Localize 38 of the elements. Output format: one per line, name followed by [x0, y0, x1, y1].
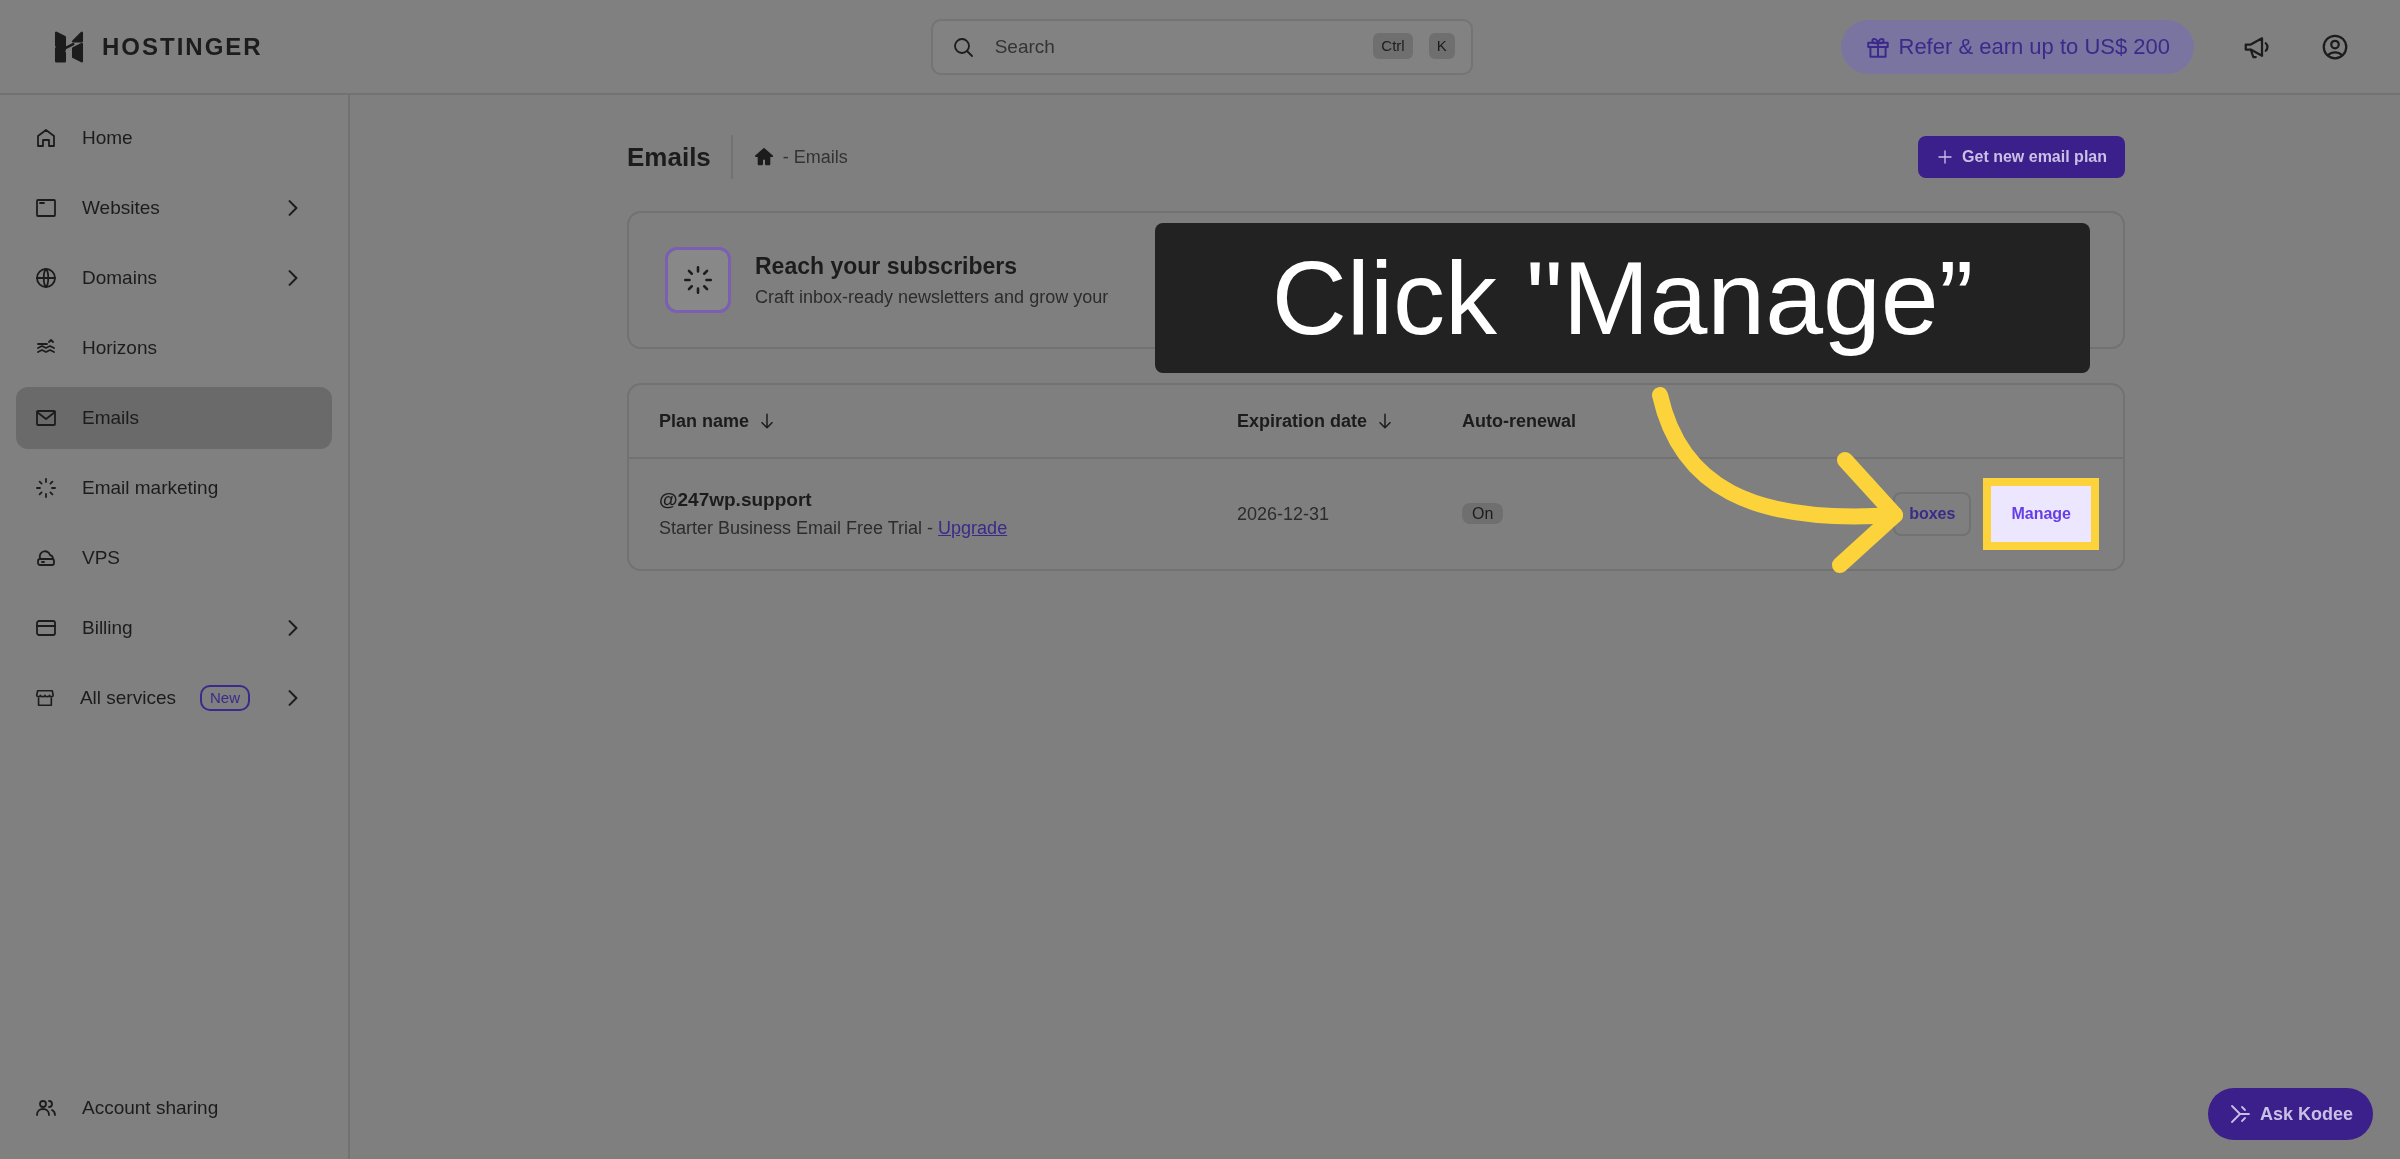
home-icon[interactable]	[752, 146, 775, 168]
sidebar-item[interactable]: Account sharing	[16, 1077, 334, 1139]
promo-text: Craft inbox-ready newsletters and grow your	[755, 285, 1109, 309]
plus-icon	[1936, 148, 1955, 166]
sidebar-item[interactable]: Email marketing	[16, 457, 332, 519]
ask-assistant-button[interactable]: Ask Kodee	[2207, 1088, 2373, 1140]
email-marketing-icon	[665, 247, 731, 313]
plan-name: @247wp.support	[659, 488, 813, 513]
sidebar-item[interactable]: Home	[16, 107, 332, 169]
promo-title: Reach your subscribers	[755, 252, 1019, 282]
plan-description: Starter Business Email Free Trial - Upgrade	[659, 516, 1009, 540]
expiration-date: 2026-12-31	[1237, 502, 1331, 526]
column-header[interactable]: Expiration date	[1237, 407, 1368, 435]
action-button[interactable]: Manage	[1983, 478, 2099, 550]
referral-button[interactable]: Refer & earn up to US$ 200	[1840, 19, 2194, 74]
sidebar-item[interactable]: VPS	[16, 527, 332, 589]
shortcut-key: Ctrl	[1373, 32, 1413, 59]
sidebar-item[interactable]: Billing	[16, 597, 332, 659]
upgrade-link[interactable]: Upgrade	[938, 517, 1008, 538]
new-badge: New	[200, 684, 250, 712]
globe-icon	[34, 266, 58, 290]
sidebar-item[interactable]: Emails	[16, 387, 332, 449]
breadcrumb-text: - Emails	[782, 145, 848, 169]
browser-window-icon	[34, 196, 58, 220]
sidebar-item[interactable]: All services New	[16, 667, 332, 729]
callout-text: Click "Manage”	[1155, 223, 2090, 373]
column-header: Auto-renewal	[1462, 409, 1576, 433]
logo-text: HOSTINGER	[102, 31, 263, 62]
sidebar-item[interactable]: Domains	[16, 247, 332, 309]
sidebar-item[interactable]: Websites	[16, 177, 332, 239]
spinner-icon	[34, 476, 58, 500]
home-icon	[34, 126, 58, 150]
column-header[interactable]: Plan name	[659, 407, 750, 435]
action-button[interactable]: boxes	[1893, 492, 1972, 536]
new-email-plan-button[interactable]: Get new email plan	[1918, 136, 2125, 178]
page-title: Emails	[627, 140, 711, 174]
sidebar-item[interactable]: Horizons	[16, 317, 332, 379]
status-pill: On	[1462, 503, 1504, 524]
